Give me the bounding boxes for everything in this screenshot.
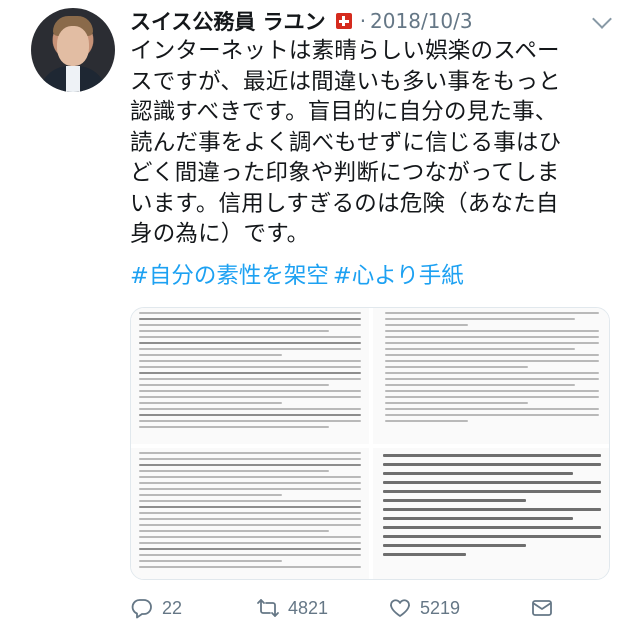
tweet-text: インターネットは素晴らしい娯楽のスペー スですが、最近は間違いも多い事をもっと … — [130, 36, 630, 250]
media-divider — [131, 444, 609, 448]
media-image-4[interactable] — [373, 448, 609, 579]
mail-icon — [532, 600, 552, 616]
retweet-button[interactable]: 4821 — [256, 596, 328, 620]
tweet-line: スですが、最近は間違いも多い事をもっと — [130, 68, 561, 95]
avatar-face — [57, 26, 89, 66]
reply-button[interactable]: 22 — [130, 596, 182, 620]
media-image-3[interactable] — [131, 448, 369, 579]
tweet-line: インターネットは素晴らしい娯楽のスペー — [130, 38, 560, 64]
tweet-line: 身の為に）です。 — [130, 221, 310, 247]
media-image-1[interactable] — [131, 308, 369, 444]
hashtag-link[interactable]: #心より手紙 — [333, 263, 464, 289]
tweet-line: います。信用しすぎるのは危険（あなた自 — [130, 190, 559, 217]
tweet-line: 読んだ事をよく調べもせずに信じる事はひ — [130, 129, 562, 156]
retweet-count: 4821 — [288, 597, 329, 618]
reply-count: 22 — [162, 597, 183, 618]
media-image-2[interactable] — [373, 308, 609, 444]
like-button[interactable]: 5219 — [388, 596, 460, 620]
tweet-header: スイス公務員 ラユン · 2018/10/3 — [130, 6, 473, 36]
tweet-line: どく間違った印象や判断につながってしま — [130, 160, 560, 186]
chevron-down-icon[interactable] — [592, 9, 612, 29]
hashtag-row: #自分の素性を架空 #心より手紙 — [130, 258, 468, 290]
like-count: 5219 — [420, 597, 461, 618]
author-avatar[interactable] — [31, 8, 115, 92]
separator-dot: · — [359, 9, 367, 33]
tweet-line: 認識すべきです。盲目的に自分の見た事、 — [130, 99, 558, 125]
heart-icon — [390, 599, 410, 617]
media-grid — [130, 307, 610, 580]
avatar-shirt — [66, 66, 80, 92]
direct-message-button[interactable] — [530, 596, 554, 620]
retweet-icon — [257, 599, 279, 617]
hashtag-link[interactable]: #自分の素性を架空 — [130, 263, 329, 289]
tweet-date[interactable]: 2018/10/3 — [370, 9, 473, 33]
author-name[interactable]: スイス公務員 ラユン — [130, 6, 326, 36]
reply-icon — [131, 599, 152, 619]
swiss-flag-icon — [335, 13, 352, 29]
tweet-actions: 22 4821 5219 — [130, 596, 610, 626]
